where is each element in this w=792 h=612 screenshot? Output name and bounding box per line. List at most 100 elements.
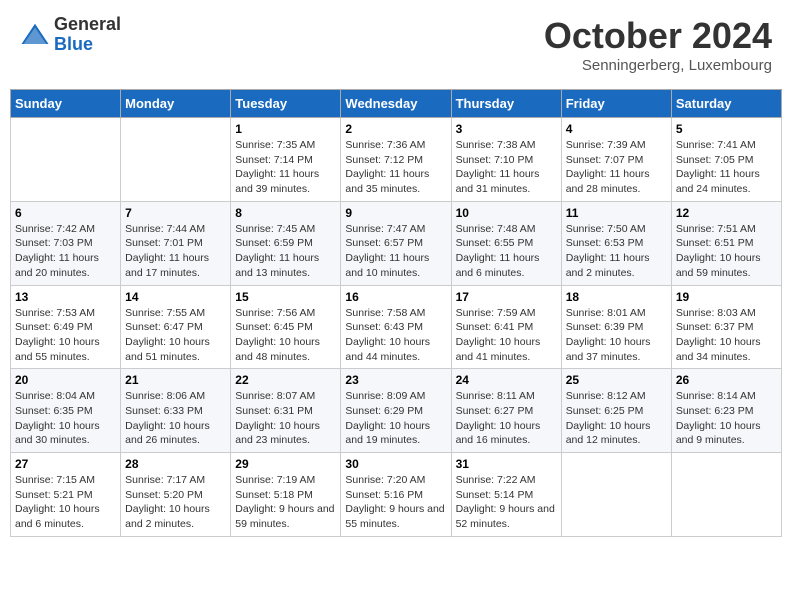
day-info: Sunrise: 7:38 AMSunset: 7:10 PMDaylight:… <box>456 138 557 197</box>
day-info: Sunrise: 7:15 AMSunset: 5:21 PMDaylight:… <box>15 473 116 532</box>
page-header: General Blue October 2024 Senningerberg,… <box>10 10 782 79</box>
logo: General Blue <box>20 15 121 55</box>
calendar-cell: 28 Sunrise: 7:17 AMSunset: 5:20 PMDayligh… <box>121 453 231 537</box>
calendar-cell: 18Sunrise: 8:01 AMSunset: 6:39 PMDayligh… <box>561 285 671 369</box>
calendar-cell: 25 Sunrise: 8:12 AMSunset: 6:25 PMDayligh… <box>561 369 671 453</box>
day-info: Sunrise: 7:53 AMSunset: 6:49 PMDaylight:… <box>15 306 116 365</box>
day-number: 25 <box>566 373 667 387</box>
day-info: Sunrise: 7:17 AMSunset: 5:20 PMDaylight:… <box>125 473 226 532</box>
day-number: 8 <box>235 206 336 220</box>
calendar-cell: 15 Sunrise: 7:56 AMSunset: 6:45 PMDayligh… <box>231 285 341 369</box>
day-info: Sunrise: 7:51 AMSunset: 6:51 PMDaylight:… <box>676 222 777 281</box>
calendar-day-header: Monday <box>121 90 231 118</box>
calendar-table: SundayMondayTuesdayWednesdayThursdayFrid… <box>10 89 782 537</box>
day-info: Sunrise: 8:11 AMSunset: 6:27 PMDaylight:… <box>456 389 557 448</box>
day-number: 24 <box>456 373 557 387</box>
day-info: Sunrise: 8:06 AMSunset: 6:33 PMDaylight:… <box>125 389 226 448</box>
calendar-cell: 12 Sunrise: 7:51 AMSunset: 6:51 PMDayligh… <box>671 201 781 285</box>
calendar-cell: 10 Sunrise: 7:48 AMSunset: 6:55 PMDayligh… <box>451 201 561 285</box>
calendar-day-header: Friday <box>561 90 671 118</box>
day-number: 26 <box>676 373 777 387</box>
day-number: 21 <box>125 373 226 387</box>
calendar-cell: 21 Sunrise: 8:06 AMSunset: 6:33 PMDayligh… <box>121 369 231 453</box>
day-info: Sunrise: 8:03 AMSunset: 6:37 PMDaylight:… <box>676 306 777 365</box>
calendar-cell: 20 Sunrise: 8:04 AMSunset: 6:35 PMDayligh… <box>11 369 121 453</box>
calendar-body: 1Sunrise: 7:35 AMSunset: 7:14 PMDaylight… <box>11 118 782 537</box>
day-number: 31 <box>456 457 557 471</box>
calendar-cell: 26 Sunrise: 8:14 AMSunset: 6:23 PMDayligh… <box>671 369 781 453</box>
calendar-week-row: 13 Sunrise: 7:53 AMSunset: 6:49 PMDayligh… <box>11 285 782 369</box>
day-number: 20 <box>15 373 116 387</box>
calendar-cell: 3 Sunrise: 7:38 AMSunset: 7:10 PMDaylight… <box>451 118 561 202</box>
calendar-cell: 16Sunrise: 7:58 AMSunset: 6:43 PMDayligh… <box>341 285 451 369</box>
calendar-header-row: SundayMondayTuesdayWednesdayThursdayFrid… <box>11 90 782 118</box>
day-number: 27 <box>15 457 116 471</box>
calendar-cell: 4Sunrise: 7:39 AMSunset: 7:07 PMDaylight… <box>561 118 671 202</box>
calendar-cell: 1Sunrise: 7:35 AMSunset: 7:14 PMDaylight… <box>231 118 341 202</box>
day-info: Sunrise: 8:14 AMSunset: 6:23 PMDaylight:… <box>676 389 777 448</box>
calendar-week-row: 20 Sunrise: 8:04 AMSunset: 6:35 PMDayligh… <box>11 369 782 453</box>
day-number: 9 <box>345 206 446 220</box>
logo-blue: Blue <box>54 35 121 55</box>
day-info: Sunrise: 8:04 AMSunset: 6:35 PMDaylight:… <box>15 389 116 448</box>
day-number: 29 <box>235 457 336 471</box>
day-info: Sunrise: 7:58 AMSunset: 6:43 PMDaylight:… <box>345 306 446 365</box>
day-info: Sunrise: 8:01 AMSunset: 6:39 PMDaylight:… <box>566 306 667 365</box>
day-info: Sunrise: 7:56 AMSunset: 6:45 PMDaylight:… <box>235 306 336 365</box>
day-number: 19 <box>676 290 777 304</box>
calendar-cell: 19 Sunrise: 8:03 AMSunset: 6:37 PMDayligh… <box>671 285 781 369</box>
day-info: Sunrise: 7:35 AMSunset: 7:14 PMDaylight:… <box>235 138 336 197</box>
day-number: 3 <box>456 122 557 136</box>
day-info: Sunrise: 7:22 AMSunset: 5:14 PMDaylight:… <box>456 473 557 532</box>
day-info: Sunrise: 8:09 AMSunset: 6:29 PMDaylight:… <box>345 389 446 448</box>
calendar-cell: 17Sunrise: 7:59 AMSunset: 6:41 PMDayligh… <box>451 285 561 369</box>
day-number: 14 <box>125 290 226 304</box>
day-number: 5 <box>676 122 777 136</box>
logo-general: General <box>54 15 121 35</box>
calendar-week-row: 6 Sunrise: 7:42 AMSunset: 7:03 PMDaylight… <box>11 201 782 285</box>
logo-icon <box>20 20 50 50</box>
day-info: Sunrise: 7:55 AMSunset: 6:47 PMDaylight:… <box>125 306 226 365</box>
calendar-cell: 9Sunrise: 7:47 AMSunset: 6:57 PMDaylight… <box>341 201 451 285</box>
day-number: 17 <box>456 290 557 304</box>
day-info: Sunrise: 8:12 AMSunset: 6:25 PMDaylight:… <box>566 389 667 448</box>
day-info: Sunrise: 7:42 AMSunset: 7:03 PMDaylight:… <box>15 222 116 281</box>
calendar-cell: 5Sunrise: 7:41 AMSunset: 7:05 PMDaylight… <box>671 118 781 202</box>
calendar-cell: 11 Sunrise: 7:50 AMSunset: 6:53 PMDayligh… <box>561 201 671 285</box>
calendar-cell <box>561 453 671 537</box>
day-info: Sunrise: 7:44 AMSunset: 7:01 PMDaylight:… <box>125 222 226 281</box>
day-number: 30 <box>345 457 446 471</box>
day-number: 23 <box>345 373 446 387</box>
calendar-day-header: Sunday <box>11 90 121 118</box>
month-title: October 2024 <box>544 15 772 57</box>
day-number: 12 <box>676 206 777 220</box>
day-info: Sunrise: 7:50 AMSunset: 6:53 PMDaylight:… <box>566 222 667 281</box>
day-number: 10 <box>456 206 557 220</box>
calendar-cell: 29Sunrise: 7:19 AMSunset: 5:18 PMDayligh… <box>231 453 341 537</box>
day-info: Sunrise: 7:36 AMSunset: 7:12 PMDaylight:… <box>345 138 446 197</box>
calendar-week-row: 1Sunrise: 7:35 AMSunset: 7:14 PMDaylight… <box>11 118 782 202</box>
day-number: 6 <box>15 206 116 220</box>
day-number: 7 <box>125 206 226 220</box>
day-number: 2 <box>345 122 446 136</box>
calendar-cell: 23 Sunrise: 8:09 AMSunset: 6:29 PMDayligh… <box>341 369 451 453</box>
calendar-cell: 31 Sunrise: 7:22 AMSunset: 5:14 PMDayligh… <box>451 453 561 537</box>
day-number: 13 <box>15 290 116 304</box>
calendar-day-header: Saturday <box>671 90 781 118</box>
day-number: 15 <box>235 290 336 304</box>
day-number: 11 <box>566 206 667 220</box>
day-info: Sunrise: 7:48 AMSunset: 6:55 PMDaylight:… <box>456 222 557 281</box>
title-block: October 2024 Senningerberg, Luxembourg <box>544 15 772 74</box>
calendar-cell: 14 Sunrise: 7:55 AMSunset: 6:47 PMDayligh… <box>121 285 231 369</box>
calendar-week-row: 27 Sunrise: 7:15 AMSunset: 5:21 PMDayligh… <box>11 453 782 537</box>
calendar-day-header: Tuesday <box>231 90 341 118</box>
calendar-cell: 7 Sunrise: 7:44 AMSunset: 7:01 PMDaylight… <box>121 201 231 285</box>
calendar-cell <box>11 118 121 202</box>
day-info: Sunrise: 7:45 AMSunset: 6:59 PMDaylight:… <box>235 222 336 281</box>
calendar-day-header: Wednesday <box>341 90 451 118</box>
day-number: 28 <box>125 457 226 471</box>
calendar-cell <box>671 453 781 537</box>
calendar-day-header: Thursday <box>451 90 561 118</box>
calendar-cell: 30Sunrise: 7:20 AMSunset: 5:16 PMDayligh… <box>341 453 451 537</box>
calendar-cell: 8 Sunrise: 7:45 AMSunset: 6:59 PMDaylight… <box>231 201 341 285</box>
